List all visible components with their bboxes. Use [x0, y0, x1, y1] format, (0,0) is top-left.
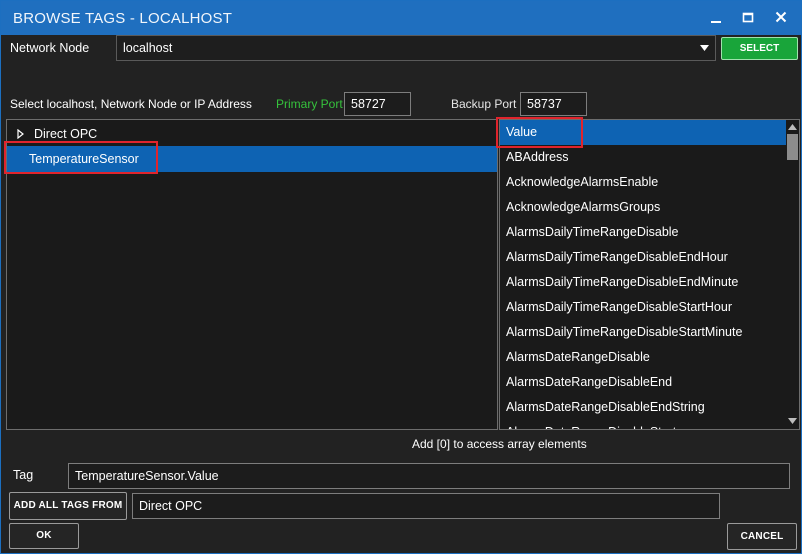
- member-list-item[interactable]: AlarmsDateRangeDisable: [500, 345, 786, 370]
- maximize-icon: [742, 12, 754, 23]
- member-list-item[interactable]: ABAddress: [500, 145, 786, 170]
- member-list-item[interactable]: AlarmsDailyTimeRangeDisableEndHour: [500, 245, 786, 270]
- tag-label: Tag: [13, 468, 34, 482]
- tree-item-temperaturesensor[interactable]: TemperatureSensor: [7, 146, 497, 172]
- minimize-button[interactable]: [703, 7, 729, 29]
- minimize-icon: [711, 21, 721, 23]
- tree-item-label: TemperatureSensor: [29, 152, 139, 166]
- tree-item-direct-opc[interactable]: Direct OPC: [7, 121, 497, 147]
- member-list-panel: Value ABAddress AcknowledgeAlarmsEnable Ack…: [499, 119, 800, 430]
- member-list-scrollbar[interactable]: [786, 120, 799, 429]
- member-list-item[interactable]: AlarmsDailyTimeRangeDisable: [500, 220, 786, 245]
- window-title: BROWSE TAGS - LOCALHOST: [13, 10, 233, 27]
- maximize-button[interactable]: [735, 7, 761, 29]
- tree-item-label: Direct OPC: [34, 127, 98, 141]
- chevron-down-icon: [700, 45, 709, 51]
- network-node-value: localhost: [123, 41, 173, 55]
- close-button[interactable]: [768, 7, 794, 29]
- title-bar: BROWSE TAGS - LOCALHOST: [1, 1, 801, 35]
- member-list-item[interactable]: AlarmsDateRangeDisableEndString: [500, 395, 786, 420]
- expand-arrow-icon: [17, 129, 24, 139]
- tag-input[interactable]: TemperatureSensor.Value: [68, 463, 790, 489]
- add-all-source-input[interactable]: Direct OPC: [132, 493, 720, 519]
- tag-tree-panel: Direct OPC TemperatureSensor: [6, 119, 498, 430]
- select-button[interactable]: SELECT: [721, 37, 798, 60]
- scroll-up-icon[interactable]: [788, 124, 797, 130]
- scroll-down-icon[interactable]: [788, 418, 797, 424]
- member-list-item[interactable]: AcknowledgeAlarmsGroups: [500, 195, 786, 220]
- scroll-thumb[interactable]: [787, 134, 798, 160]
- member-list-item[interactable]: AlarmsDailyTimeRangeDisableStartHour: [500, 295, 786, 320]
- primary-port-label: Primary Port: [276, 97, 343, 111]
- network-node-label: Network Node: [10, 41, 90, 55]
- ok-button[interactable]: OK: [9, 523, 79, 549]
- cancel-button[interactable]: CANCEL: [727, 523, 797, 550]
- member-list-item[interactable]: AcknowledgeAlarmsEnable: [500, 170, 786, 195]
- backup-port-label: Backup Port: [451, 97, 517, 111]
- array-hint-label: Add [0] to access array elements: [412, 437, 587, 451]
- network-node-dropdown[interactable]: localhost: [116, 35, 716, 61]
- primary-port-input[interactable]: 58727: [344, 92, 411, 116]
- member-list: Value ABAddress AcknowledgeAlarmsEnable Ack…: [500, 120, 786, 429]
- member-list-item[interactable]: Value: [500, 120, 786, 145]
- browse-tags-dialog: BROWSE TAGS - LOCALHOST Network Node loc…: [0, 0, 802, 554]
- member-list-item[interactable]: AlarmsDailyTimeRangeDisableStartMinute: [500, 320, 786, 345]
- member-list-item[interactable]: AlarmsDateRangeDisableEnd: [500, 370, 786, 395]
- member-list-item[interactable]: AlarmsDailyTimeRangeDisableEndMinute: [500, 270, 786, 295]
- close-icon: [775, 11, 787, 23]
- port-hint-label: Select localhost, Network Node or IP Add…: [10, 97, 252, 111]
- add-all-tags-button[interactable]: ADD ALL TAGS FROM: [9, 492, 127, 520]
- backup-port-input[interactable]: 58737: [520, 92, 587, 116]
- member-list-item[interactable]: AlarmsDateRangeDisableStart: [500, 420, 786, 429]
